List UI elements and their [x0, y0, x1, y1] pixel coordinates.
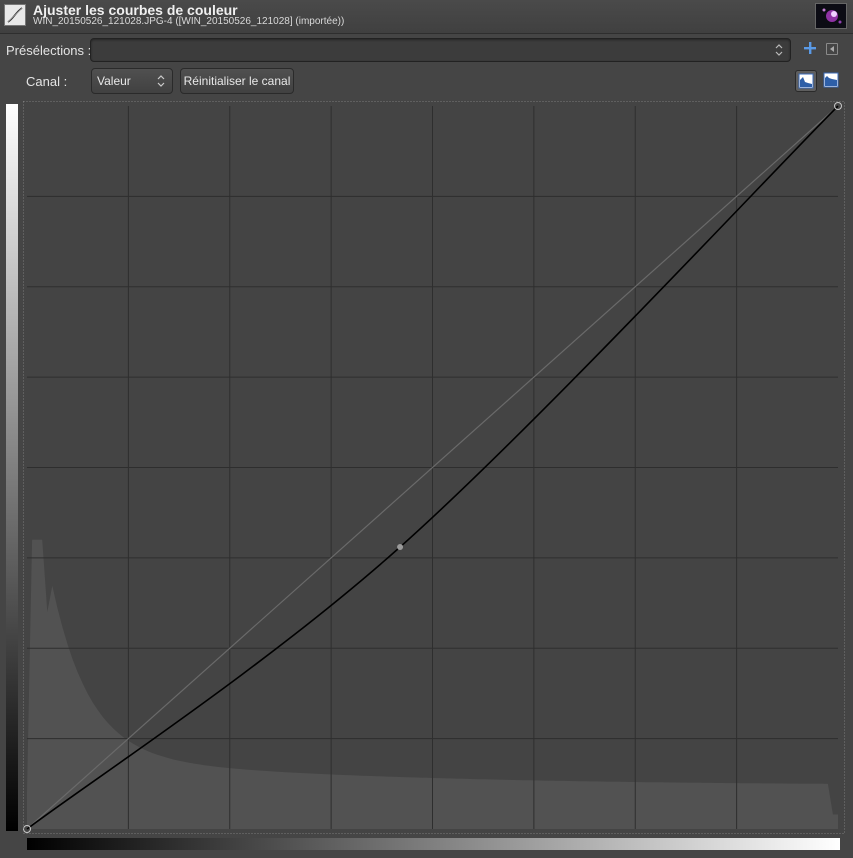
channel-select[interactable]: Valeur: [91, 68, 173, 94]
linear-histogram-icon: [798, 73, 814, 89]
reset-channel-button[interactable]: Réinitialiser le canal: [180, 68, 294, 94]
curve-editor[interactable]: [23, 101, 845, 834]
dialog-subtitle: WIN_20150526_121028.JPG-4 ([WIN_20150526…: [33, 16, 345, 27]
input-gradient-bar: [27, 838, 840, 850]
add-preset-button[interactable]: [801, 40, 819, 60]
channel-label: Canal :: [26, 74, 68, 89]
panel-menu-icon[interactable]: [826, 43, 838, 55]
linear-histogram-button[interactable]: [795, 70, 817, 92]
image-thumbnail: [815, 3, 847, 29]
updown-arrows-icon: [157, 75, 165, 87]
updown-arrows-icon: [775, 44, 783, 56]
logarithmic-histogram-button[interactable]: [821, 70, 843, 92]
output-gradient-bar: [6, 104, 18, 831]
plus-icon: [804, 42, 816, 54]
presets-label: Présélections :: [6, 43, 92, 58]
curves-tool-icon: [4, 4, 26, 26]
channel-selected-value: Valeur: [97, 74, 131, 88]
curve-control-point[interactable]: [397, 544, 404, 551]
presets-combo[interactable]: [90, 38, 791, 62]
dialog-header: Ajuster les courbes de couleur WIN_20150…: [0, 0, 853, 34]
logarithmic-histogram-icon: [823, 72, 839, 88]
